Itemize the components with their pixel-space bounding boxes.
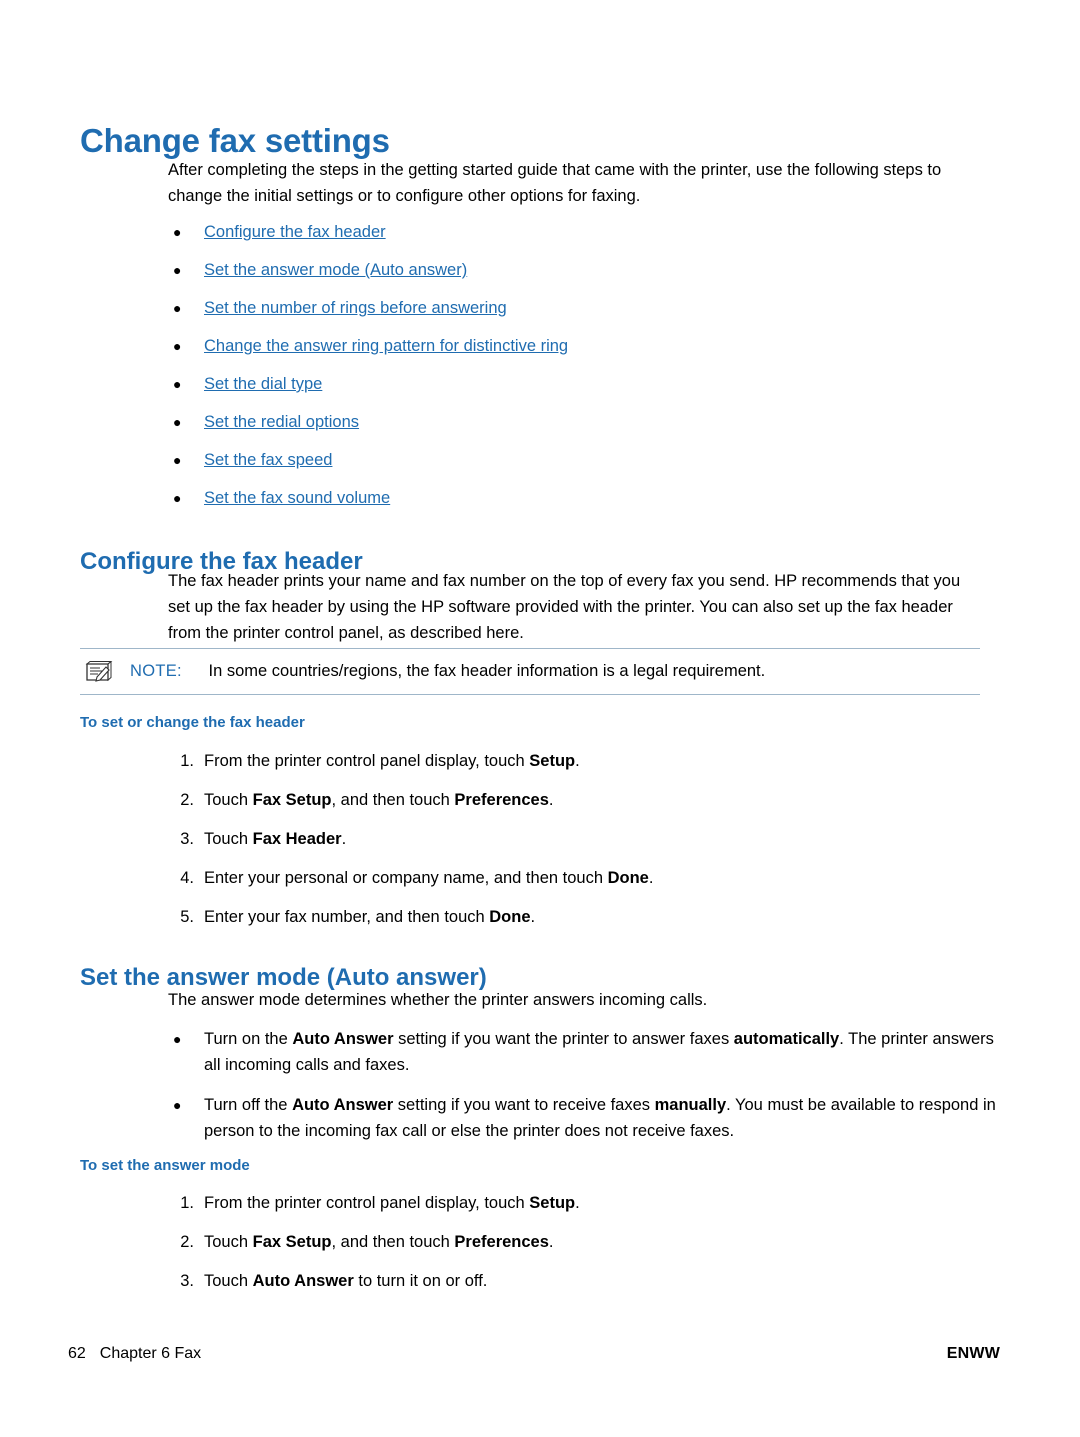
bullet-text-bold2: automatically [733,1030,840,1048]
section2-bullet-list: ● Turn on the Auto Answer setting if you… [168,1026,998,1158]
section1-paragraph: The fax header prints your name and fax … [168,572,961,642]
step-text-post: . [341,830,347,848]
step-text-bold2: Preferences [454,1233,549,1251]
step-text-pre: From the printer control panel display, … [204,1194,530,1212]
intro-paragraph: After completing the steps in the gettin… [168,161,942,205]
bullet-icon: ● [173,224,182,240]
chapter-label: Chapter 6 Fax [99,1345,202,1362]
bullet-text-bold2: manually [654,1096,727,1114]
bullet-text-pre: Turn on the [204,1030,293,1048]
list-item[interactable]: ● Set the answer mode (Auto answer) [168,251,968,289]
note-box: NOTE: In some countries/regions, the fax… [80,648,980,695]
step-number: 3. [180,830,194,848]
step-number: 2. [180,791,194,809]
list-item[interactable]: ● Configure the fax header [168,213,968,251]
list-item[interactable]: ● Change the answer ring pattern for dis… [168,327,968,365]
link-set-the-fax-sound-volume[interactable]: Set the fax sound volume [204,489,390,507]
step-text-pre: From the printer control panel display, … [204,752,530,770]
step-item: 2. Touch Fax Setup, and then touch Prefe… [168,787,988,813]
list-item[interactable]: ● Set the dial type [168,365,968,403]
step-item: 1. From the printer control panel displa… [168,748,988,774]
step-text-pre: Touch [204,791,253,809]
bullet-icon: ● [173,452,182,468]
bullet-icon: ● [173,338,182,354]
link-change-the-answer-ring-pattern[interactable]: Change the answer ring pattern for disti… [204,337,568,355]
bullet-item: ● Turn on the Auto Answer setting if you… [168,1026,998,1078]
step-text-pre: Enter your fax number, and then touch [204,908,490,926]
section2-paragraph: The answer mode determines whether the p… [168,991,708,1009]
step-text-mid: , and then touch [331,1233,455,1251]
step-number: 1. [180,752,194,770]
link-set-the-dial-type[interactable]: Set the dial type [204,375,322,393]
step-number: 3. [180,1272,194,1290]
note-icon [84,660,114,683]
note-label: NOTE: [130,662,182,680]
bullet-icon: ● [173,300,182,316]
step-item: 3. Touch Fax Header. [168,826,988,852]
bullet-text-bold: Auto Answer [292,1096,394,1114]
procedure-heading-set-or-change-fax-header: To set or change the fax header [80,714,305,731]
step-text-bold: Done [607,869,649,887]
step-item: 3. Touch Auto Answer to turn it on or of… [168,1268,988,1294]
procedure-heading-set-answer-mode: To set the answer mode [80,1157,250,1174]
step-text-bold: Setup [529,1194,576,1212]
footer-right-label: ENWW [946,1345,1000,1362]
bullet-text-pre: Turn off the [204,1096,293,1114]
link-set-the-answer-mode[interactable]: Set the answer mode (Auto answer) [204,261,467,279]
step-text-bold: Fax Header [252,830,342,848]
step-number: 2. [180,1233,194,1251]
step-text-pre: Touch [204,830,253,848]
bullet-text-mid: setting if you want to receive faxes [393,1096,655,1114]
list-item[interactable]: ● Set the fax sound volume [168,479,968,517]
list-item[interactable]: ● Set the fax speed [168,441,968,479]
step-text-post: . [648,869,654,887]
link-configure-the-fax-header[interactable]: Configure the fax header [204,223,386,241]
step-text-post: . [575,752,580,770]
step-text-bold: Fax Setup [252,791,332,809]
list-item[interactable]: ● Set the number of rings before answeri… [168,289,968,327]
step-text-bold2: Preferences [454,791,549,809]
section-link-list: ● Configure the fax header ● Set the ans… [168,213,968,517]
step-text-post: . [575,1194,580,1212]
step-text-pre: Touch [204,1233,253,1251]
step-text-pre: Touch [204,1272,253,1290]
list-item[interactable]: ● Set the redial options [168,403,968,441]
step-text-pre: Enter your personal or company name, and… [204,869,608,887]
link-set-the-number-of-rings[interactable]: Set the number of rings before answering [204,299,507,317]
step-text-bold: Fax Setup [252,1233,332,1251]
step-item: 4. Enter your personal or company name, … [168,865,988,891]
bullet-icon: ● [173,262,182,278]
step-text-mid: , and then touch [331,791,455,809]
bullet-item: ● Turn off the Auto Answer setting if yo… [168,1092,998,1144]
step-text-bold: Done [489,908,531,926]
step-text-post: . [548,1233,554,1251]
bullet-text-mid: setting if you want the printer to answe… [393,1030,734,1048]
document-page: Change fax settings After completing the… [0,0,1080,1437]
procedure-steps-fax-header: 1. From the printer control panel displa… [168,748,988,943]
note-text: In some countries/regions, the fax heade… [208,662,766,680]
step-text-post: . [530,908,536,926]
bullet-icon: ● [173,490,182,506]
procedure-steps-answer-mode: 1. From the printer control panel displa… [168,1190,988,1307]
step-item: 5. Enter your fax number, and then touch… [168,904,988,930]
step-text-bold: Auto Answer [252,1272,354,1290]
link-set-the-fax-speed[interactable]: Set the fax speed [204,451,332,469]
footer-left: 62 Chapter 6 Fax [68,1345,201,1363]
step-text-bold: Setup [529,752,576,770]
step-text-mid: to turn it on or off. [353,1272,488,1290]
bullet-icon: ● [173,376,182,392]
step-text-post: . [548,791,554,809]
bullet-text-bold: Auto Answer [292,1030,394,1048]
bullet-icon: ● [173,1097,182,1113]
step-item: 2. Touch Fax Setup, and then touch Prefe… [168,1229,988,1255]
bullet-icon: ● [173,1031,182,1047]
step-item: 1. From the printer control panel displa… [168,1190,988,1216]
page-number: 62 [68,1345,86,1362]
step-number: 5. [180,908,194,926]
link-set-the-redial-options[interactable]: Set the redial options [204,413,359,431]
bullet-icon: ● [173,414,182,430]
page-title: Change fax settings [80,122,390,160]
step-number: 1. [180,1194,194,1212]
step-number: 4. [180,869,194,887]
